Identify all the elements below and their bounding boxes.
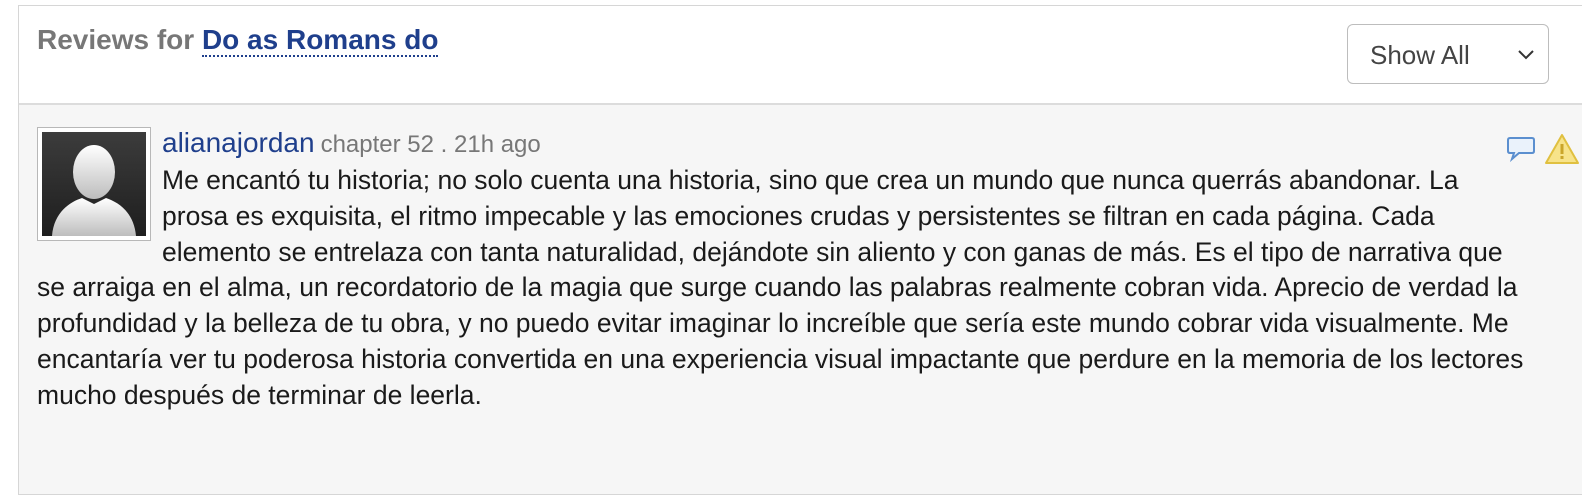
reviews-panel: Reviews for Do as Romans do Show All ali… <box>18 5 1582 495</box>
review-actions <box>1506 133 1582 167</box>
page-title: Reviews for Do as Romans do <box>37 24 439 57</box>
review-filter-select[interactable]: Show All <box>1347 24 1549 84</box>
chevron-down-icon <box>1518 50 1534 60</box>
avatar-spacer <box>37 127 162 238</box>
review-chapter-time: chapter 52 . 21h ago <box>320 131 541 158</box>
review-meta: alianajordan chapter 52 . 21h ago <box>37 125 1529 163</box>
report-warning-icon[interactable] <box>1544 133 1580 165</box>
review-filter-value: Show All <box>1370 40 1470 70</box>
review-text: Me encantó tu historia; no solo cuenta u… <box>37 165 1524 410</box>
review-item: alianajordan chapter 52 . 21h ago Me enca… <box>19 105 1582 494</box>
title-prefix: Reviews for <box>37 24 195 55</box>
reviews-header: Reviews for Do as Romans do Show All <box>19 6 1582 105</box>
reviewer-link[interactable]: alianajordan <box>162 127 315 158</box>
review-content: alianajordan chapter 52 . 21h ago Me enca… <box>37 127 1529 414</box>
reply-icon[interactable] <box>1506 135 1536 163</box>
story-title-link[interactable]: Do as Romans do <box>201 24 439 57</box>
